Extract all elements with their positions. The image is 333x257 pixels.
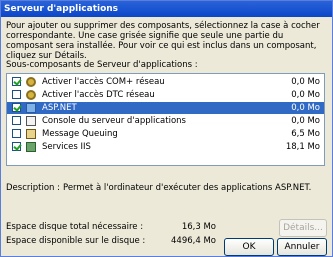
instructions-text: Pour ajouter ou supprimer des composants… bbox=[6, 21, 320, 61]
subcomponents-label: Sous-composants de Serveur d'application… bbox=[6, 60, 198, 70]
component-size: 6,5 Mo bbox=[291, 129, 320, 139]
checkbox[interactable] bbox=[12, 142, 21, 151]
available-space-value: 4496,4 Mo bbox=[171, 236, 216, 246]
list-item[interactable]: Activer l'accès COM+ réseau 0,0 Mo bbox=[7, 76, 324, 88]
app-icon bbox=[26, 116, 36, 126]
required-space-label: Espace disque total nécessaire : bbox=[6, 222, 144, 232]
required-space-value: 16,3 Mo bbox=[181, 222, 216, 232]
iis-icon bbox=[26, 142, 36, 152]
checkbox[interactable] bbox=[12, 77, 21, 86]
list-item[interactable]: Services IIS 18,1 Mo bbox=[7, 141, 324, 153]
component-name: Activer l'accès DTC réseau bbox=[42, 90, 155, 100]
component-name: Services IIS bbox=[42, 142, 91, 152]
description-text: Permet à l'ordinateur d'exécuter des app… bbox=[63, 183, 312, 193]
component-size: 0,0 Mo bbox=[291, 90, 320, 100]
component-size: 0,0 Mo bbox=[291, 77, 320, 87]
component-size: 0,0 Mo bbox=[291, 103, 320, 113]
description-label: Description : bbox=[6, 183, 60, 193]
component-size: 0,0 Mo bbox=[291, 116, 320, 126]
message-icon bbox=[26, 129, 36, 139]
checkbox[interactable] bbox=[12, 116, 21, 125]
cancel-button[interactable]: Annuler bbox=[277, 238, 327, 256]
list-item-selected[interactable]: ASP.NET 0,0 Mo bbox=[7, 102, 324, 114]
checkbox[interactable] bbox=[12, 90, 21, 99]
components-list[interactable]: Activer l'accès COM+ réseau 0,0 Mo Activ… bbox=[6, 73, 325, 166]
network-icon bbox=[26, 103, 36, 113]
component-name: Message Queuing bbox=[42, 129, 118, 139]
gear-icon bbox=[26, 90, 36, 100]
ok-button[interactable]: OK bbox=[224, 238, 274, 256]
component-name: Activer l'accès COM+ réseau bbox=[42, 77, 165, 87]
dialog-title: Serveur d'applications bbox=[1, 1, 332, 17]
checkbox[interactable] bbox=[12, 129, 21, 138]
list-item[interactable]: Activer l'accès DTC réseau 0,0 Mo bbox=[7, 89, 324, 101]
gear-icon bbox=[26, 77, 36, 87]
component-name: ASP.NET bbox=[41, 102, 78, 114]
available-space-label: Espace disponible sur le disque : bbox=[6, 236, 146, 246]
list-item[interactable]: Console du serveur d'applications 0,0 Mo bbox=[7, 115, 324, 127]
component-name: Console du serveur d'applications bbox=[42, 116, 186, 126]
component-size: 18,1 Mo bbox=[285, 142, 320, 152]
list-item[interactable]: Message Queuing 6,5 Mo bbox=[7, 128, 324, 140]
details-button[interactable]: Détails... bbox=[279, 219, 327, 237]
checkbox[interactable] bbox=[12, 103, 21, 112]
application-server-dialog: Serveur d'applications Pour ajouter ou s… bbox=[0, 0, 333, 257]
